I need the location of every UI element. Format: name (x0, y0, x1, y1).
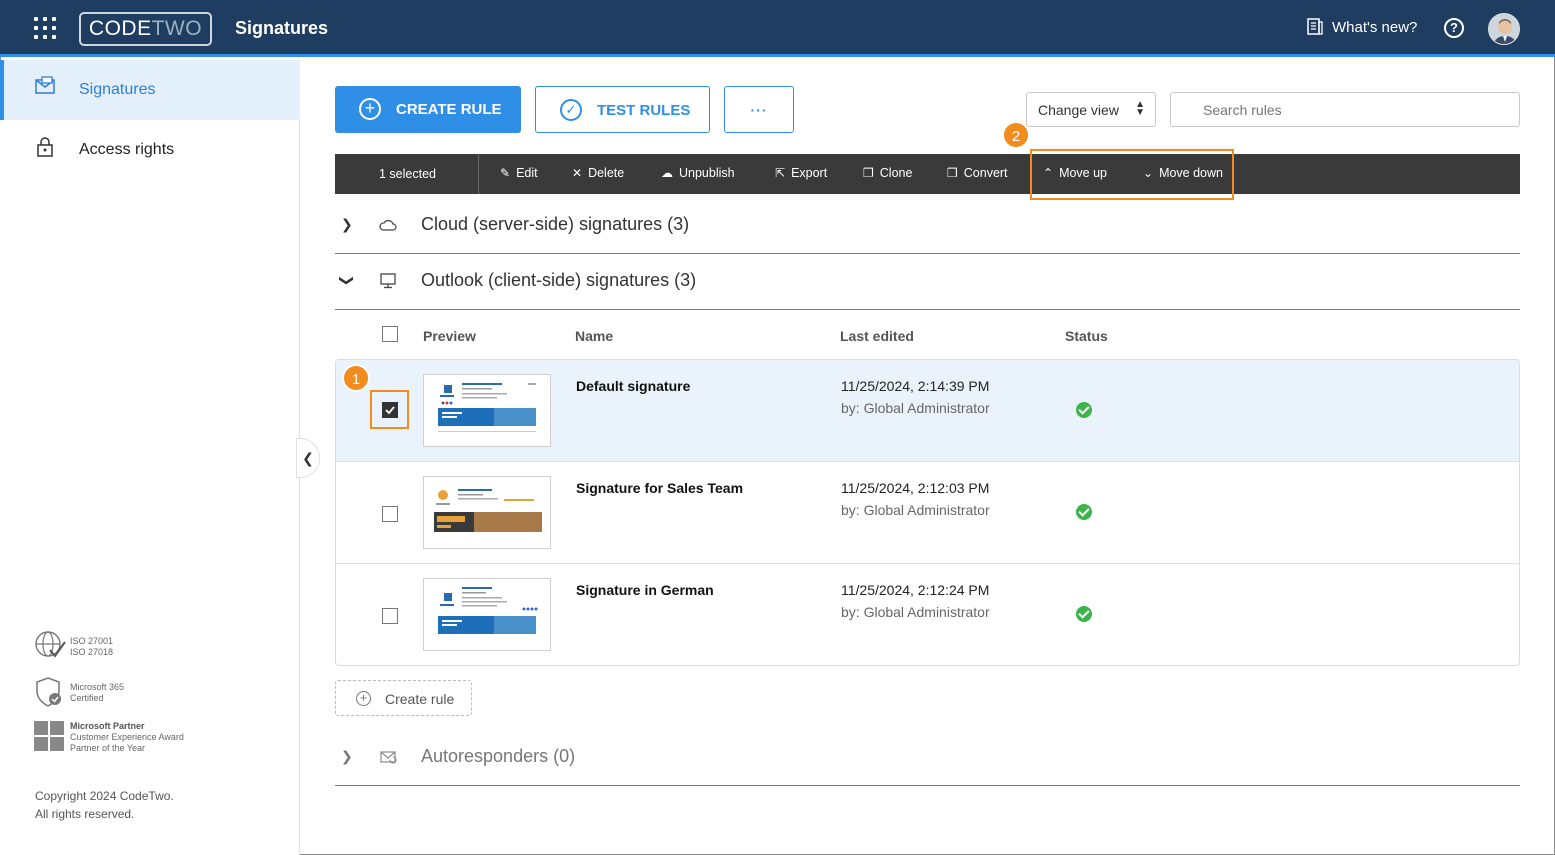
section-outlook-signatures[interactable]: ❯ Outlook (client-side) signatures (3) (335, 254, 1520, 310)
row-checkbox[interactable] (382, 506, 398, 522)
close-icon: ✕ (572, 166, 583, 180)
row-editor: by: Global Administrator (841, 502, 990, 518)
test-rules-button[interactable]: ✓ TEST RULES (535, 86, 710, 133)
step-badge-2: 2 (1002, 121, 1030, 149)
iso-globe-icon (35, 631, 66, 658)
row-editor: by: Global Administrator (841, 400, 990, 416)
signature-preview-thumbnail[interactable] (423, 476, 551, 549)
autoresponder-icon (380, 751, 397, 764)
up-down-arrow-icon: ▲ ▼ (1135, 99, 1145, 118)
selection-toolbar: 1 selected ✎ Edit ✕ Delete ☁ Unpublish ⇱ Exp… (335, 154, 1520, 194)
chevron-left-icon: ❮ (302, 450, 314, 466)
table-header: Preview Name Last edited Status (335, 316, 1520, 352)
selected-count: 1 selected (379, 167, 436, 181)
lock-icon (37, 137, 53, 157)
row-name[interactable]: Signature in German (576, 582, 714, 598)
sidebar-item-label: Access rights (79, 141, 175, 158)
codetwo-logo[interactable]: CODETWO (79, 12, 212, 46)
whats-new-button[interactable]: What's new? (1306, 18, 1417, 36)
chevron-down-icon: ❯ (339, 274, 356, 287)
table-row[interactable]: Signature in German 11/25/2024, 2:12:24 … (336, 564, 1519, 665)
signatures-icon (35, 76, 55, 94)
sidebar-item-access-rights[interactable]: Access rights (0, 120, 300, 180)
row-date: 11/25/2024, 2:14:39 PM (841, 378, 990, 394)
chevron-right-icon: ❯ (341, 216, 353, 232)
create-rule-link[interactable]: + Create rule (335, 680, 472, 716)
news-icon (1307, 18, 1323, 35)
section-title: Cloud (server-side) signatures (3) (421, 214, 690, 234)
column-name[interactable]: Name (575, 328, 613, 344)
iso-certification: ISO 27001 ISO 27018 (34, 630, 113, 663)
table-row[interactable]: Default signature 11/25/2024, 2:14:39 PM… (336, 360, 1519, 462)
copyright: Copyright 2024 CodeTwo. All rights reser… (35, 789, 174, 821)
microsoft-logo-icon (34, 721, 64, 751)
table-row[interactable]: Signature for Sales Team 11/25/2024, 2:1… (336, 462, 1519, 564)
checkbox-highlight (370, 390, 409, 429)
row-checkbox[interactable] (382, 608, 398, 624)
section-autoresponders[interactable]: ❯ Autoresponders (0) (335, 730, 1520, 786)
select-all-checkbox[interactable] (382, 326, 398, 342)
row-name[interactable]: Signature for Sales Team (576, 480, 743, 496)
clone-button[interactable]: ❐ Clone (863, 166, 912, 180)
microsoft-partner-award: Microsoft Partner Customer Experience Awa… (34, 721, 184, 754)
section-title: Autoresponders (0) (421, 746, 576, 766)
row-date: 11/25/2024, 2:12:24 PM (841, 582, 990, 598)
edit-button[interactable]: ✎ Edit (500, 166, 538, 180)
status-ok-icon (1076, 504, 1092, 520)
status-ok-icon (1076, 606, 1092, 622)
check-circle-icon: ✓ (560, 99, 582, 121)
cloud-off-icon: ☁ (661, 166, 673, 180)
monitor-icon (380, 273, 396, 289)
shield-check-icon (36, 677, 61, 707)
export-button[interactable]: ⇱ Export (775, 166, 827, 180)
step-badge-1: 1 (342, 364, 370, 392)
search-input[interactable] (1170, 92, 1520, 127)
column-preview: Preview (423, 328, 476, 344)
app-launcher-icon[interactable] (34, 17, 56, 39)
row-name[interactable]: Default signature (576, 378, 690, 394)
pencil-icon: ✎ (500, 166, 511, 180)
plus-circle-icon: + (356, 691, 371, 706)
top-bar: CODETWO Signatures What's new? ? (0, 0, 1555, 57)
sidebar-item-signatures[interactable]: Signatures (0, 60, 300, 120)
sidebar-item-label: Signatures (79, 81, 156, 98)
row-date: 11/25/2024, 2:12:03 PM (841, 480, 990, 496)
user-photo-icon (1489, 14, 1519, 44)
row-editor: by: Global Administrator (841, 604, 990, 620)
app-title: Signatures (235, 18, 329, 38)
m365-certification: Microsoft 365 Certified (34, 676, 124, 711)
export-icon: ⇱ (775, 166, 786, 180)
signature-preview-image (438, 383, 536, 432)
avatar[interactable] (1488, 13, 1520, 45)
plus-circle-icon: + (359, 98, 381, 120)
signature-preview-thumbnail[interactable] (423, 578, 551, 651)
section-cloud-signatures[interactable]: ❯ Cloud (server-side) signatures (3) (335, 198, 1520, 254)
status-ok-icon (1076, 402, 1092, 418)
section-title: Outlook (client-side) signatures (3) (421, 270, 697, 290)
signature-preview-thumbnail[interactable] (423, 374, 551, 447)
copy-icon: ❐ (863, 166, 874, 180)
convert-button[interactable]: ❒ Convert (947, 166, 1008, 180)
more-options-button[interactable]: ··· (724, 86, 794, 133)
convert-icon: ❒ (947, 166, 958, 180)
cloud-icon (379, 220, 397, 231)
move-buttons-highlight (1030, 149, 1234, 200)
delete-button[interactable]: ✕ Delete (572, 166, 624, 180)
whats-new-label: What's new? (1332, 18, 1418, 36)
column-last-edited[interactable]: Last edited (840, 328, 914, 344)
toolbar-divider (478, 154, 479, 194)
signatures-table: Default signature 11/25/2024, 2:14:39 PM… (335, 359, 1520, 666)
help-icon[interactable]: ? (1444, 18, 1464, 38)
create-rule-button[interactable]: + CREATE RULE (335, 86, 521, 133)
unpublish-button[interactable]: ☁ Unpublish (661, 166, 735, 180)
signature-preview-image (438, 587, 538, 634)
sidebar: Signatures Access rights ISO 27001 ISO 27… (0, 60, 300, 855)
column-status[interactable]: Status (1065, 328, 1108, 344)
signature-preview-image (434, 489, 542, 532)
chevron-right-icon: ❯ (341, 748, 353, 764)
change-view-select[interactable]: Change view ▲ ▼ (1026, 92, 1156, 127)
